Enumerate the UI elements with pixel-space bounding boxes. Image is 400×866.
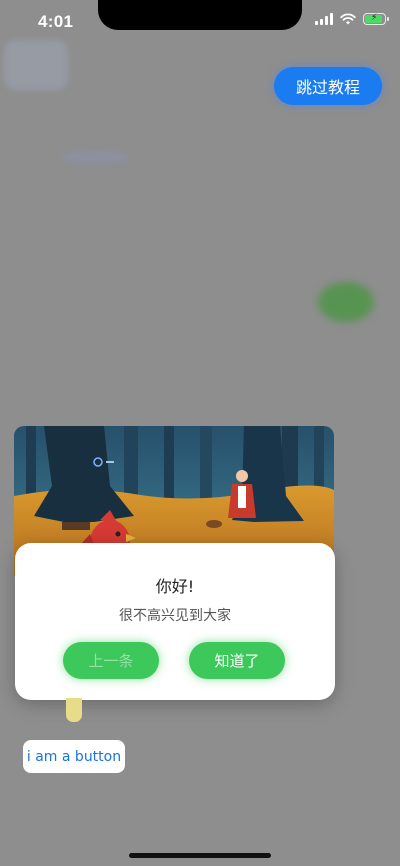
demo-button[interactable]: i am a button (23, 740, 125, 773)
status-time: 4:01 (38, 12, 74, 31)
blurred-background-card (4, 40, 68, 90)
got-it-button[interactable]: 知道了 (189, 642, 285, 679)
guide-dialog: 你好! 很不高兴见到大家 上一条 知道了 (15, 543, 335, 700)
blurred-background-button (318, 282, 374, 322)
app-screen: 4:01 ⚡ 跳过教程 你好! 很不高兴见到大家 上一条 知道了 i am a … (0, 0, 400, 866)
dialog-message: 很不高兴见到大家 (119, 608, 231, 624)
notch (98, 0, 302, 30)
status-icons: ⚡ (315, 12, 389, 25)
wifi-icon (340, 12, 356, 24)
blurred-background-text (60, 150, 130, 164)
dialog-title: 你好! (155, 577, 195, 596)
signal-icon (315, 12, 333, 25)
skip-tutorial-button[interactable]: 跳过教程 (274, 67, 382, 105)
previous-button[interactable]: 上一条 (63, 642, 159, 679)
status-bar: 4:01 ⚡ (0, 0, 400, 44)
battery-icon: ⚡ (363, 12, 389, 25)
home-indicator[interactable] (129, 853, 271, 858)
pointer-tab (66, 698, 82, 722)
